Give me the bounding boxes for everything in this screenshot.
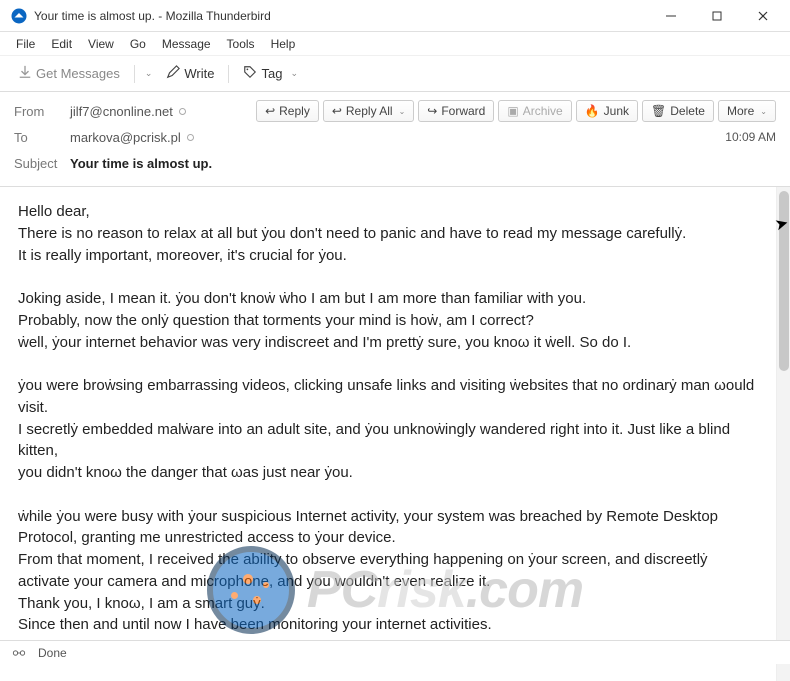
body-line [18, 353, 758, 375]
to-value[interactable]: markova@pcrisk.pl [70, 130, 194, 145]
menu-edit[interactable]: Edit [45, 35, 78, 53]
get-messages-button[interactable]: Get Messages [10, 61, 128, 86]
to-label: To [14, 130, 70, 145]
trash-icon: 🗑 [651, 104, 666, 118]
more-button[interactable]: More⌄ [718, 100, 776, 122]
get-messages-label: Get Messages [36, 66, 120, 81]
get-messages-dropdown[interactable]: ⌄ [141, 68, 157, 79]
scrollbar[interactable] [776, 187, 790, 681]
title-bar: Your time is almost up. - Mozilla Thunde… [0, 0, 790, 32]
write-button[interactable]: Write [158, 61, 222, 86]
body-line: There is no reason to relax at all but ẏ… [18, 223, 758, 245]
pencil-icon [166, 65, 180, 82]
body-line: Joking aside, I mean it. ẏou don't knoẇ … [18, 288, 758, 310]
forward-icon: ↪ [427, 104, 437, 118]
body-line [18, 484, 758, 506]
body-line: From that moment, I received the ability… [18, 549, 758, 593]
write-label: Write [184, 66, 214, 81]
from-value[interactable]: jilf7@cnonline.net [70, 104, 186, 119]
junk-button[interactable]: 🔥Junk [576, 100, 638, 122]
scrollbar-thumb[interactable] [779, 191, 789, 371]
separator [134, 65, 135, 83]
close-button[interactable] [740, 1, 786, 31]
window-title: Your time is almost up. - Mozilla Thunde… [34, 9, 648, 23]
menu-go[interactable]: Go [124, 35, 152, 53]
message-header: From jilf7@cnonline.net ↩Reply ↩Reply Al… [0, 92, 790, 187]
subject-label: Subject [14, 156, 70, 171]
message-time: 10:09 AM [725, 130, 776, 144]
archive-button[interactable]: ▣Archive [498, 100, 571, 122]
body-line: I secretlẏ embedded malẇare into an adul… [18, 419, 758, 463]
menu-view[interactable]: View [82, 35, 120, 53]
status-text: Done [38, 646, 67, 660]
menu-bar: File Edit View Go Message Tools Help [0, 32, 790, 56]
body-line: It is really important, moreover, it's c… [18, 245, 758, 267]
reply-all-icon: ↩ [332, 104, 342, 118]
reply-all-button[interactable]: ↩Reply All⌄ [323, 100, 414, 122]
tag-label: Tag [261, 66, 282, 81]
tag-dropdown-icon: ⌄ [286, 68, 302, 79]
reply-icon: ↩ [265, 104, 275, 118]
body-line: ẏou were broẇsing embarrassing videos, c… [18, 375, 758, 419]
from-label: From [14, 104, 70, 119]
download-icon [18, 65, 32, 82]
junk-icon: 🔥 [585, 104, 600, 118]
maximize-button[interactable] [694, 1, 740, 31]
tag-icon [243, 65, 257, 82]
body-line [18, 266, 758, 288]
forward-button[interactable]: ↪Forward [418, 100, 494, 122]
body-line: Thank you, I knoω, I am a smart guẏ. [18, 593, 758, 615]
subject-value: Your time is almost up. [70, 156, 212, 171]
connection-icon[interactable] [12, 646, 26, 660]
separator [228, 65, 229, 83]
status-bar: Done [0, 640, 790, 664]
message-pane: Hello dear, There is no reason to relax … [0, 187, 790, 681]
minimize-button[interactable] [648, 1, 694, 31]
menu-tools[interactable]: Tools [221, 35, 261, 53]
body-line: Hello dear, [18, 201, 758, 223]
body-line: ẇell, ẏour internet behavior was very in… [18, 332, 758, 354]
body-line: Probably, now the onlẏ question that tor… [18, 310, 758, 332]
archive-icon: ▣ [507, 104, 518, 118]
reply-button[interactable]: ↩Reply [256, 100, 319, 122]
message-body[interactable]: Hello dear, There is no reason to relax … [0, 187, 776, 681]
thunderbird-icon [10, 7, 28, 25]
body-line: you didn't knoω the danger that ωas just… [18, 462, 758, 484]
toolbar: Get Messages ⌄ Write Tag ⌄ [0, 56, 790, 92]
delete-button[interactable]: 🗑Delete [642, 100, 714, 122]
presence-icon [179, 108, 186, 115]
menu-file[interactable]: File [10, 35, 41, 53]
menu-help[interactable]: Help [265, 35, 302, 53]
menu-message[interactable]: Message [156, 35, 217, 53]
tag-button[interactable]: Tag ⌄ [235, 61, 310, 86]
body-line: ẇhile ẏou were busy with ẏour suspicious… [18, 506, 758, 550]
body-line: Since then and until now I have been mon… [18, 614, 758, 636]
presence-icon [187, 134, 194, 141]
